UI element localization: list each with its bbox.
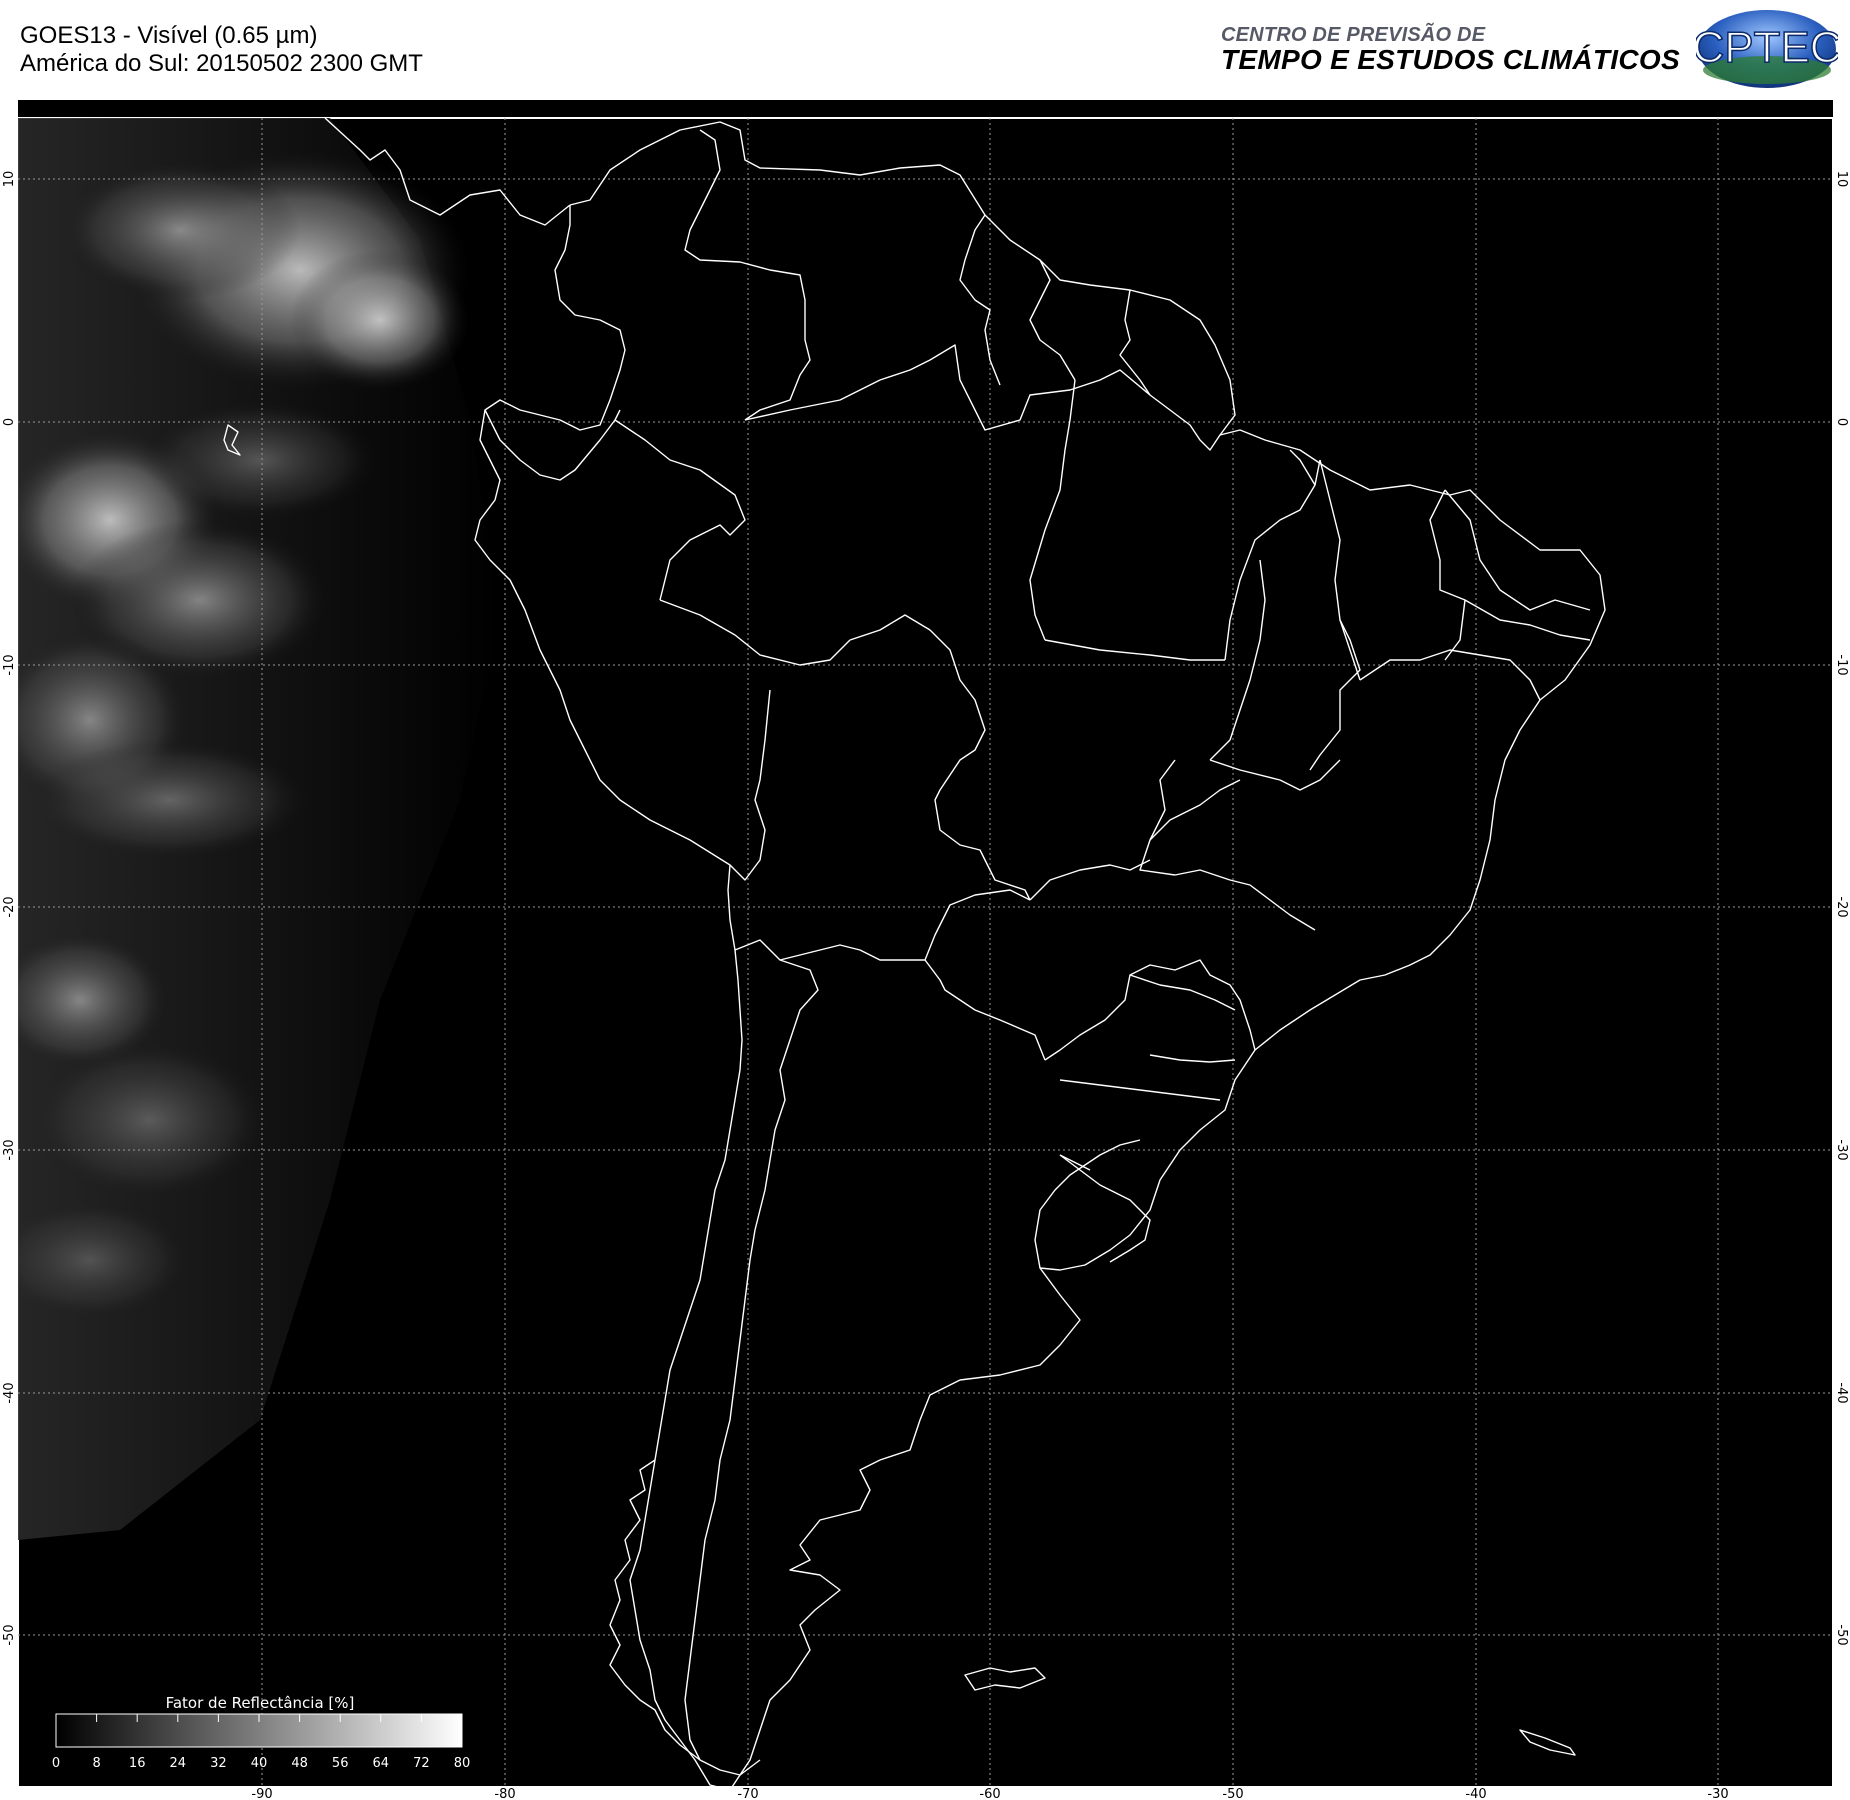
lat-label-right-0: 10: [1834, 171, 1849, 188]
colorbar-tick-label: 56: [332, 1756, 349, 1771]
lon-label-top-5: -40: [1465, 102, 1486, 117]
satellite-map: -90 -80 -70 -60 -50 -40 -30 -90 -80 -70 …: [0, 100, 1850, 1800]
lat-label-right-5: -40: [1834, 1382, 1849, 1403]
colorbar-tick-label: 80: [454, 1756, 471, 1771]
lon-label-top-0: -90: [251, 102, 272, 117]
colorbar-title: Fator de Reflectância [%]: [166, 1694, 355, 1712]
lon-label-bottom-5: -40: [1465, 1787, 1486, 1800]
lon-label-bottom-3: -60: [979, 1787, 1000, 1800]
lon-label-top-4: -50: [1222, 102, 1243, 117]
lat-label-left-6: -50: [2, 1624, 17, 1645]
right-label-band: [1833, 100, 1850, 1800]
colorbar-tick-label: 72: [413, 1756, 430, 1771]
lon-label-bottom-0: -90: [251, 1787, 272, 1800]
colorbar-tick-label: 0: [52, 1756, 60, 1771]
lat-label-right-3: -20: [1834, 896, 1849, 917]
lat-label-right-6: -50: [1834, 1624, 1849, 1645]
lon-label-top-3: -60: [979, 102, 1000, 117]
lon-label-bottom-6: -30: [1707, 1787, 1728, 1800]
lon-label-bottom-2: -70: [737, 1787, 758, 1800]
lat-label-right-4: -30: [1834, 1139, 1849, 1160]
colorbar-tick-label: 8: [92, 1756, 100, 1771]
colorbar-tick-label: 32: [210, 1756, 227, 1771]
lat-label-left-3: -20: [2, 896, 17, 917]
colorbar-tick-label: 24: [170, 1756, 187, 1771]
lat-label-left-2: -10: [2, 654, 17, 675]
lat-label-right-1: 0: [1834, 418, 1849, 426]
lon-label-top-1: -80: [494, 102, 515, 117]
lat-label-left-1: 0: [2, 418, 17, 426]
lat-label-right-2: -10: [1834, 654, 1849, 675]
lon-label-top-6: -30: [1707, 102, 1728, 117]
colorbar-tick-label: 64: [373, 1756, 390, 1771]
bottom-label-band: [0, 1786, 1850, 1800]
lat-label-left-0: 10: [2, 171, 17, 188]
colorbar-tick-label: 40: [251, 1756, 268, 1771]
lon-label-bottom-1: -80: [494, 1787, 515, 1800]
lat-label-left-5: -40: [2, 1382, 17, 1403]
lat-label-left-4: -30: [2, 1139, 17, 1160]
colorbar-tick-label: 16: [129, 1756, 146, 1771]
lon-label-bottom-4: -50: [1222, 1787, 1243, 1800]
left-label-band: [0, 100, 18, 1800]
colorbar-tick-label: 48: [291, 1756, 308, 1771]
lon-label-top-2: -70: [737, 102, 758, 117]
